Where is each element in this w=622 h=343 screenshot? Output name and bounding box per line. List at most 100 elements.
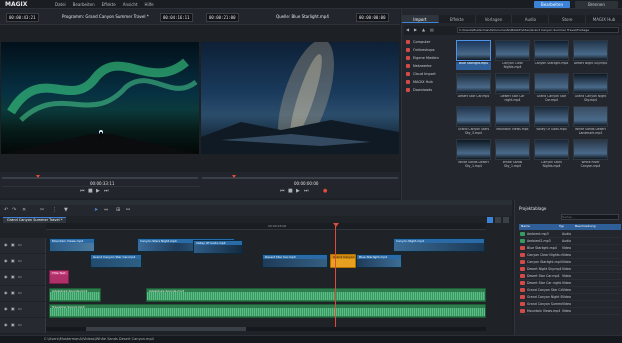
project-row[interactable]: Canyon Starlight.mp4 Video	[519, 259, 621, 266]
split-icon[interactable]: ⋮	[52, 207, 57, 213]
thumbnail-item[interactable]: White Sands Desert Sky_1.mp4	[456, 139, 491, 169]
thumbnail-item[interactable]: Canyon Starlight.mp4	[534, 40, 569, 70]
tab-import[interactable]: Import	[402, 15, 439, 23]
track-header[interactable]: ◉ ▣ ▭	[0, 318, 46, 333]
program-playhead-marker[interactable]	[36, 175, 40, 178]
nav-magix-hub[interactable]: MAGIX Hub	[402, 78, 452, 86]
project-row[interactable]: Blue Starlight.mp4 Video	[519, 245, 621, 252]
thumbnail-item[interactable]: Valley Of Gods.mp4	[534, 106, 569, 136]
thumbnail-item[interactable]: White River Canyon.mp4	[573, 139, 608, 169]
track-header[interactable]: ◉ ▣ ▭	[0, 254, 46, 269]
next-marker-icon[interactable]: ⏭	[104, 188, 109, 194]
mute-icon[interactable]: ◉	[4, 322, 8, 327]
nav-own-media[interactable]: Eigene Medien	[402, 54, 452, 62]
track-header[interactable]: ◉ ▣ ▭	[0, 270, 46, 285]
tab-magix-hub[interactable]: MAGIX Hub	[586, 15, 622, 23]
thumbnail-item[interactable]: Desert Star Car.mp4	[456, 73, 491, 103]
forward-icon[interactable]: ▶	[414, 27, 417, 32]
clip-mountain-views[interactable]: Mountain Views.mp4	[49, 238, 95, 252]
source-timecode-left[interactable]: 00:00:21:00	[206, 13, 239, 22]
program-timecode-left[interactable]: 00:00:43:21	[6, 13, 39, 22]
lock-icon[interactable]: ▭	[18, 274, 22, 279]
thumbnail-item[interactable]: Desert Night Sky.mp4	[573, 40, 608, 70]
src-stop-icon[interactable]: ■	[288, 188, 293, 194]
timeline-view-icon[interactable]	[487, 217, 493, 223]
menu-edit[interactable]: Bearbeiten	[73, 2, 95, 7]
menu-view[interactable]: Ansicht	[123, 2, 138, 7]
lock-icon[interactable]: ▭	[18, 322, 22, 327]
burn-mode-button[interactable]: Brennen	[575, 1, 618, 8]
timeline-playhead[interactable]	[335, 224, 336, 328]
audio-clip-2[interactable]: Adventure Sounds.mp3	[146, 288, 486, 302]
project-search-input[interactable]	[561, 214, 619, 220]
clip-grand-canyon-star-car[interactable]: Grand Canyon Star Car.mp4	[90, 254, 142, 268]
clip-blue-starlight[interactable]: Blue Starlight.mp4	[356, 254, 402, 268]
nav-cloud-import[interactable]: Cloud Import	[402, 70, 452, 78]
storyboard-view-icon[interactable]	[495, 217, 501, 223]
up-icon[interactable]: ▲	[422, 27, 425, 32]
play-icon[interactable]: ▶	[96, 188, 100, 194]
src-prev-icon[interactable]: ⏮	[280, 188, 285, 194]
solo-icon[interactable]: ▣	[11, 274, 15, 279]
thumbnail-item[interactable]: Canyon Clear Nights.mp4	[495, 40, 530, 70]
tab-effects[interactable]: Effekte	[439, 15, 476, 23]
solo-icon[interactable]: ▣	[11, 306, 15, 311]
solo-icon[interactable]: ▣	[11, 290, 15, 295]
thumbnail-item[interactable]: Desert Star Car night.mp4	[495, 73, 530, 103]
nav-computer[interactable]: Computer	[402, 38, 452, 46]
time-ruler[interactable]: 00:00:25:00	[46, 223, 486, 230]
project-row[interactable]: Desert Star Car.mp4 Video	[519, 273, 621, 280]
snap-icon[interactable]: ⊞	[116, 207, 120, 213]
project-row[interactable]: Grand Canyon Summer TravelVideo	[519, 301, 621, 308]
audio-clip-3[interactable]: Travelling Sound.mp3	[49, 304, 486, 318]
cut-icon[interactable]: ✂	[40, 207, 44, 213]
source-playhead-marker[interactable]	[232, 175, 236, 178]
project-row[interactable]: Grand Canyon Night Sky.mp4Video	[519, 294, 621, 301]
clip-canyon-night[interactable]: Canyon Night.mp4	[393, 238, 485, 252]
project-row[interactable]: Canyon Clear Nights.mp4Video	[519, 252, 621, 259]
redo-icon[interactable]: ↷	[12, 207, 16, 213]
thumbnail-item[interactable]: Grand Canyon Night Sky.mp4	[573, 73, 608, 103]
pointer-icon[interactable]: ➤	[94, 207, 98, 213]
menu-file[interactable]: Datei	[55, 2, 66, 7]
project-row[interactable]: Desert Night Sky.mp4 Video	[519, 266, 621, 273]
nav-networks[interactable]: Netzwerke	[402, 62, 452, 70]
col-type[interactable]: Typ	[559, 224, 575, 230]
mute-icon[interactable]: ◉	[4, 290, 8, 295]
prev-marker-icon[interactable]: ⏮	[80, 188, 85, 194]
track-header[interactable]: ◉ ▣ ▭	[0, 286, 46, 301]
source-monitor-video[interactable]	[201, 42, 399, 154]
col-desc[interactable]: Beschreibung	[575, 224, 595, 230]
thumbnail-item[interactable]: Mountain Views.mp4	[495, 106, 530, 136]
audio-clip-1[interactable]: Adventure Sounds.mp3	[49, 288, 101, 302]
project-row[interactable]: Ambient2.mp3 Audio	[519, 238, 621, 245]
thumbnail-item[interactable]: Grand Canyon Stars Sky_3.mp4	[456, 106, 491, 136]
timeline-scrollbar[interactable]	[46, 327, 486, 331]
scene-view-icon[interactable]	[503, 217, 509, 223]
mute-icon[interactable]: ◉	[4, 242, 8, 247]
record-icon[interactable]: ●	[323, 188, 327, 194]
undo-icon[interactable]: ↶	[4, 207, 8, 213]
path-input[interactable]: C:\Users\MustermanA\Documents\MAGIX\Vide…	[457, 27, 619, 33]
thumbnail-item[interactable]: Blue Starlight.mp4	[456, 40, 491, 70]
program-scrub-bar[interactable]	[2, 177, 198, 179]
src-play-icon[interactable]: ▶	[296, 188, 300, 194]
playhead-handle[interactable]	[333, 223, 339, 227]
clip-desert-star-car[interactable]: Desert Star Car.mp4	[262, 254, 328, 268]
project-row[interactable]: Mountain Views.mp4 Video	[519, 308, 621, 315]
menu-help[interactable]: Hilfe	[145, 2, 154, 7]
project-row[interactable]: Ambient.mp3 Audio	[519, 231, 621, 238]
tab-audio[interactable]: Audio	[512, 15, 550, 23]
mute-icon[interactable]: ◉	[4, 306, 8, 311]
edit-mode-button[interactable]: Bearbeiten	[534, 1, 570, 8]
solo-icon[interactable]: ▣	[11, 242, 15, 247]
lock-icon[interactable]: ▭	[18, 306, 22, 311]
project-row[interactable]: Desert Star Car night.mp4Video	[519, 280, 621, 287]
mute-icon[interactable]: ◉	[4, 258, 8, 263]
clip-grand-canyon-stars[interactable]: Grand Canyon Stars.mp4	[330, 254, 356, 268]
nav-downloads[interactable]: Downloads	[402, 86, 452, 94]
lock-icon[interactable]: ▭	[18, 290, 22, 295]
lock-icon[interactable]: ▭	[18, 242, 22, 247]
project-row[interactable]: Grand Canyon Star Car.mp4Video	[519, 287, 621, 294]
track-header[interactable]: ◉ ▣ ▭	[0, 302, 46, 317]
